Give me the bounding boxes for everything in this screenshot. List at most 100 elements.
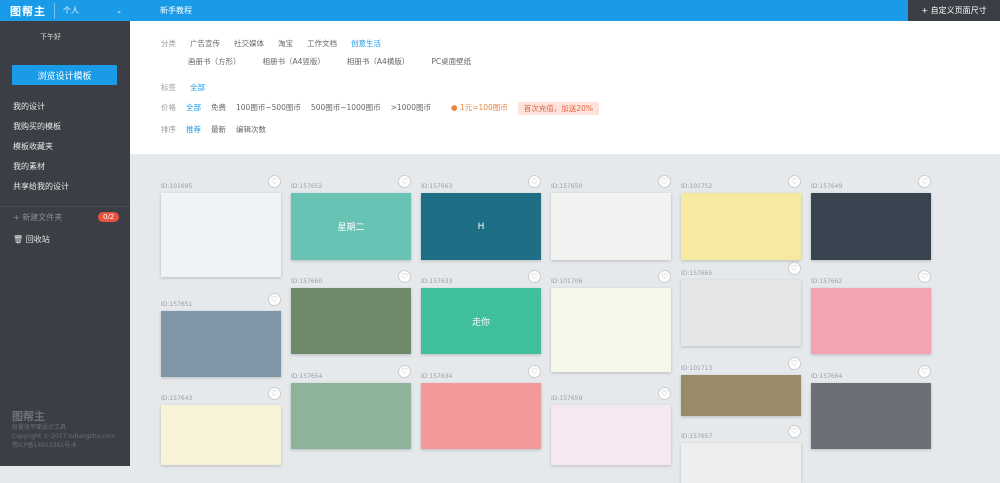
template-thumbnail[interactable] <box>551 193 671 260</box>
template-card[interactable]: ID:157660 ♡ <box>291 270 411 354</box>
template-thumbnail[interactable] <box>551 288 671 372</box>
favorite-heart-icon[interactable]: ♡ <box>918 175 931 188</box>
template-thumbnail[interactable]: 走你 <box>421 288 541 354</box>
recharge-promo[interactable]: 首次充值，加送20% <box>517 102 599 115</box>
template-card[interactable]: ID:157650 ♡ <box>551 175 671 260</box>
template-id: ID:157657 <box>681 433 713 440</box>
template-id: ID:157643 <box>161 395 193 402</box>
favorite-heart-icon[interactable]: ♡ <box>268 293 281 306</box>
template-card[interactable]: ID:101713 ♡ <box>681 357 801 416</box>
price-100-500[interactable]: 100图币~500图币 <box>236 102 301 115</box>
template-card[interactable]: ID:157649 ♡ <box>811 175 931 260</box>
template-card[interactable]: ID:157654 ♡ <box>291 365 411 449</box>
category-social[interactable]: 社交媒体 <box>234 38 264 49</box>
template-card[interactable]: ID:157634 ♡ <box>421 365 541 449</box>
chevron-down-icon[interactable]: ⌄ <box>116 7 122 15</box>
sidebar-item-materials[interactable]: 我的素材 <box>13 161 69 181</box>
tag-row: 标签 全部 <box>161 82 205 93</box>
favorite-heart-icon[interactable]: ♡ <box>658 175 671 188</box>
category-taobao[interactable]: 淘宝 <box>278 38 293 49</box>
sidebar-item-shared[interactable]: 共享给我的设计 <box>13 181 69 201</box>
template-card[interactable]: ID:157663 ♡ H <box>421 175 541 260</box>
thumbnail-text: H <box>477 221 485 232</box>
sidebar-item-my-designs[interactable]: 我的设计 <box>13 101 69 121</box>
template-card[interactable]: ID:101706 ♡ <box>551 270 671 372</box>
template-card[interactable]: ID:101695 ♡ <box>161 175 281 277</box>
sort-edits[interactable]: 编辑次数 <box>236 124 266 135</box>
price-500-1000[interactable]: 500图币~1000图币 <box>311 102 381 115</box>
favorite-heart-icon[interactable]: ♡ <box>788 175 801 188</box>
subcategory-item[interactable]: 画册书（方形） <box>188 56 241 67</box>
favorite-heart-icon[interactable]: ♡ <box>268 175 281 188</box>
template-thumbnail[interactable] <box>551 405 671 465</box>
template-card[interactable]: ID:157665 ♡ <box>681 262 801 346</box>
template-card[interactable]: ID:157664 ♡ <box>811 365 931 449</box>
template-thumbnail[interactable] <box>291 288 411 354</box>
price-all[interactable]: 全部 <box>186 102 201 115</box>
favorite-heart-icon[interactable]: ♡ <box>658 270 671 283</box>
subcategory-item[interactable]: 相册书（A4竖版） <box>263 56 325 67</box>
favorite-heart-icon[interactable]: ♡ <box>398 270 411 283</box>
sidebar-item-purchased[interactable]: 我购买的模板 <box>13 121 69 141</box>
favorite-heart-icon[interactable]: ♡ <box>528 270 541 283</box>
tag-all[interactable]: 全部 <box>190 82 205 93</box>
template-thumbnail[interactable] <box>161 405 281 465</box>
favorite-heart-icon[interactable]: ♡ <box>788 425 801 438</box>
favorite-heart-icon[interactable]: ♡ <box>398 365 411 378</box>
favorite-heart-icon[interactable]: ♡ <box>528 175 541 188</box>
template-card[interactable]: ID:157652 ♡ 星期二 <box>291 175 411 260</box>
favorite-heart-icon[interactable]: ♡ <box>788 262 801 275</box>
footer-icp[interactable]: 鄂ICP备14013361号-8 <box>12 441 115 450</box>
template-thumbnail[interactable] <box>681 375 801 416</box>
template-id: ID:157651 <box>161 301 193 308</box>
category-creative[interactable]: 创意生活 <box>351 38 381 49</box>
new-folder-button[interactable]: + 新建文件夹 <box>13 212 62 223</box>
subcategory-item[interactable]: 相册书（A4横版） <box>347 56 409 67</box>
template-thumbnail[interactable] <box>681 443 801 483</box>
custom-size-button[interactable]: + 自定义页面尺寸 <box>908 0 1000 21</box>
template-thumbnail[interactable] <box>421 383 541 449</box>
template-thumbnail[interactable]: H <box>421 193 541 260</box>
favorite-heart-icon[interactable]: ♡ <box>918 270 931 283</box>
template-id: ID:157633 <box>421 278 453 285</box>
favorite-heart-icon[interactable]: ♡ <box>528 365 541 378</box>
account-switcher[interactable]: 个人 <box>63 5 116 16</box>
template-thumbnail[interactable] <box>291 383 411 449</box>
template-thumbnail[interactable] <box>681 280 801 346</box>
template-thumbnail[interactable] <box>161 311 281 377</box>
sort-recommended[interactable]: 推荐 <box>186 124 201 135</box>
category-ads[interactable]: 广告宣传 <box>190 38 220 49</box>
template-thumbnail[interactable]: 星期二 <box>291 193 411 260</box>
template-id: ID:101706 <box>551 278 583 285</box>
trash-item[interactable]: 🗑 回收站 <box>13 234 50 245</box>
logo[interactable]: 图帮主 <box>10 2 55 19</box>
favorite-heart-icon[interactable]: ♡ <box>398 175 411 188</box>
sidebar-item-favorites[interactable]: 模板收藏夹 <box>13 141 69 161</box>
template-card[interactable]: ID:157659 ♡ <box>551 387 671 465</box>
tutorial-link[interactable]: 新手教程 <box>160 5 192 16</box>
template-card[interactable]: ID:157657 ♡ <box>681 425 801 483</box>
sort-newest[interactable]: 最新 <box>211 124 226 135</box>
template-card[interactable]: ID:157633 ♡ 走你 <box>421 270 541 354</box>
subcategory-item[interactable]: PC桌面壁纸 <box>431 56 471 67</box>
template-thumbnail[interactable] <box>811 383 931 449</box>
template-card[interactable]: ID:157662 ♡ <box>811 270 931 354</box>
template-thumbnail[interactable] <box>161 193 281 277</box>
template-card[interactable]: ID:157651 ♡ <box>161 293 281 377</box>
template-thumbnail[interactable] <box>811 288 931 354</box>
favorite-heart-icon[interactable]: ♡ <box>268 387 281 400</box>
price-free[interactable]: 免费 <box>211 102 226 115</box>
footer-logo: 图帮主 <box>12 410 45 423</box>
top-bar: 新手教程 <box>130 0 908 21</box>
favorite-heart-icon[interactable]: ♡ <box>918 365 931 378</box>
divider <box>0 206 130 207</box>
favorite-heart-icon[interactable]: ♡ <box>658 387 671 400</box>
template-card[interactable]: ID:157643 ♡ <box>161 387 281 465</box>
price-1000-plus[interactable]: >1000图币 <box>391 102 431 115</box>
browse-templates-button[interactable]: 浏览设计模板 <box>12 65 117 85</box>
template-thumbnail[interactable] <box>681 193 801 260</box>
template-card[interactable]: ID:101752 ♡ <box>681 175 801 260</box>
category-work[interactable]: 工作文档 <box>307 38 337 49</box>
template-thumbnail[interactable] <box>811 193 931 260</box>
favorite-heart-icon[interactable]: ♡ <box>788 357 801 370</box>
